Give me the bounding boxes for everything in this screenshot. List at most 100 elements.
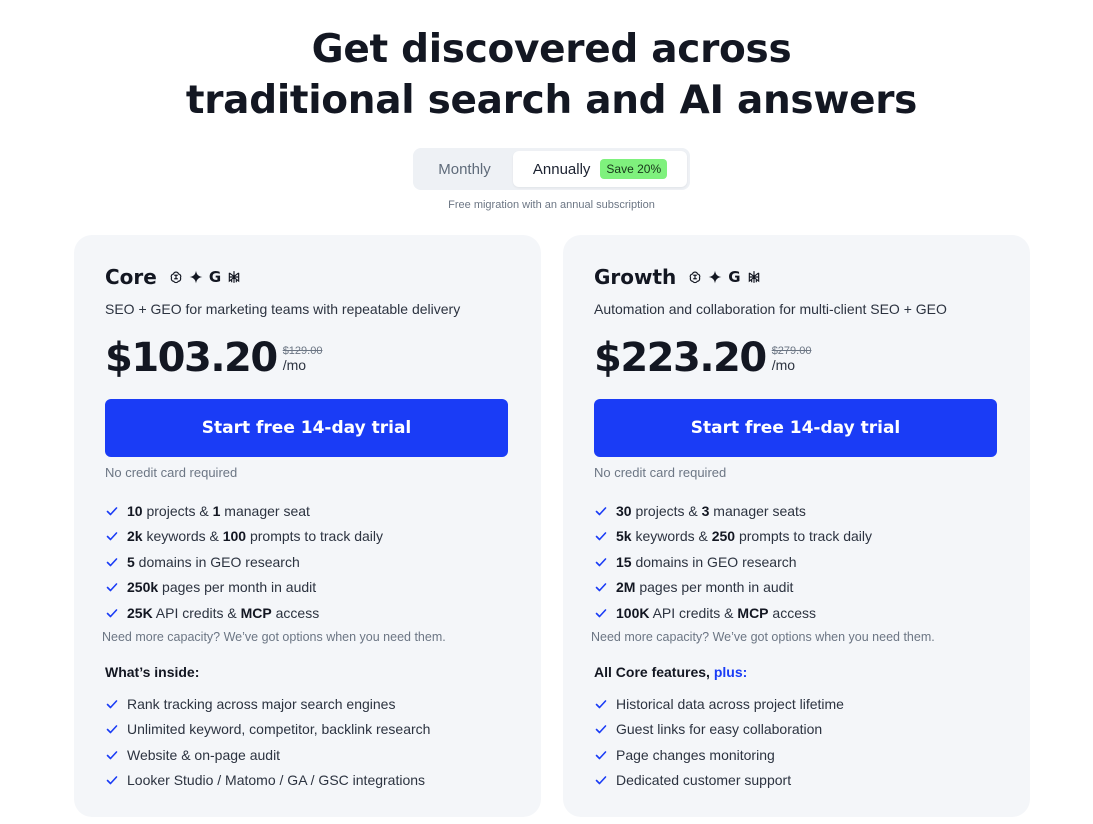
limit-label: prompts to track daily — [246, 528, 384, 545]
google-icon: G — [208, 268, 222, 286]
plan-price: $223.20 — [594, 335, 767, 381]
limit-text: 5k keywords & 250 prompts to track daily — [616, 528, 872, 544]
check-icon — [106, 750, 118, 760]
openai-icon — [689, 271, 701, 284]
save-badge: Save 20% — [600, 159, 668, 179]
limit-label: projects & — [631, 502, 702, 519]
limit-label: pages per month in audit — [635, 579, 794, 596]
check-icon — [595, 583, 607, 592]
no-credit-card-note: No credit card required — [105, 465, 238, 480]
limit-label: pages per month in audit — [158, 579, 317, 596]
limit-item: 15 domains in GEO research — [594, 549, 872, 575]
limit-label: projects & — [142, 502, 213, 519]
gemini-sparkle-icon — [189, 270, 203, 284]
limit-value: 5 — [127, 553, 135, 570]
plan-card-growth: Growth G Automation and collaboration fo… — [563, 235, 1030, 817]
limit-text: 15 domains in GEO research — [616, 554, 797, 570]
feature-item: Historical data across project lifetime — [594, 691, 844, 717]
start-trial-button[interactable]: Start free 14-day trial — [594, 399, 997, 457]
check-icon — [106, 608, 118, 618]
check-icon — [595, 725, 607, 734]
limit-item: 30 projects & 3 manager seats — [594, 498, 872, 524]
features-title-plus: plus: — [713, 664, 748, 680]
limit-item: 5 domains in GEO research — [105, 549, 383, 575]
check-icon — [595, 557, 607, 567]
limit-label: keywords & — [631, 528, 712, 545]
limit-value: 100K — [616, 604, 650, 621]
feature-item: Dedicated customer support — [594, 768, 844, 794]
billing-period-toggle: Monthly Annually Save 20% — [413, 148, 690, 190]
limit-value: 5k — [616, 528, 632, 545]
price-period: /mo — [771, 357, 796, 373]
limit-text: 10 projects & 1 manager seat — [127, 503, 310, 519]
feature-item: Page changes monitoring — [594, 742, 844, 768]
limit-item: 2k keywords & 100 prompts to track daily — [105, 524, 383, 550]
check-icon — [595, 506, 607, 516]
check-icon — [595, 776, 607, 785]
capacity-note: Need more capacity? We’ve got options wh… — [591, 630, 935, 644]
monthly-option[interactable]: Monthly — [416, 151, 513, 187]
plan-features-list: Historical data across project lifetime G… — [594, 691, 844, 793]
limit-label: prompts to track daily — [735, 528, 873, 545]
limit-label: domains in GEO research — [631, 553, 797, 570]
features-title: All Core features, plus: — [594, 664, 747, 680]
feature-item: Guest links for easy collaboration — [594, 717, 844, 743]
limit-value: 250k — [127, 579, 159, 596]
limit-text: 250k pages per month in audit — [127, 579, 316, 595]
limit-item: 250k pages per month in audit — [105, 575, 383, 601]
feature-text: Historical data across project lifetime — [616, 695, 844, 712]
annually-label: Annually — [532, 160, 591, 178]
price-period: /mo — [282, 357, 307, 373]
check-icon — [106, 699, 118, 709]
limit-label: access — [768, 604, 816, 621]
limit-item: 25K API credits & MCP access — [105, 600, 383, 626]
features-title: What’s inside: — [105, 664, 199, 680]
feature-item: Website & on-page audit — [105, 742, 430, 768]
feature-item: Rank tracking across major search engine… — [105, 691, 430, 717]
check-icon — [106, 506, 118, 516]
feature-item: Looker Studio / Matomo / GA / GSC integr… — [105, 768, 430, 794]
check-icon — [106, 725, 118, 734]
headline-line-1: Get discovered across — [311, 27, 792, 72]
check-icon — [595, 608, 607, 618]
limit-text: 25K API credits & MCP access — [127, 605, 319, 621]
check-icon — [595, 532, 607, 541]
feature-text: Unlimited keyword, competitor, backlink … — [127, 721, 431, 738]
feature-text: Looker Studio / Matomo / GA / GSC integr… — [127, 772, 426, 789]
plan-limits-list: 30 projects & 3 manager seats 5k keywords… — [594, 498, 872, 626]
capacity-note: Need more capacity? We’ve got options wh… — [102, 630, 446, 644]
features-title-text: All Core features, — [594, 664, 714, 680]
openai-icon — [170, 271, 182, 284]
limit-text: 30 projects & 3 manager seats — [616, 503, 806, 519]
annually-option[interactable]: Annually Save 20% — [513, 151, 687, 187]
feature-text: Website & on-page audit — [127, 746, 281, 763]
limit-label: manager seat — [220, 502, 310, 519]
limit-item: 2M pages per month in audit — [594, 575, 872, 601]
limit-value: 10 — [127, 502, 143, 519]
limit-value: 2k — [127, 528, 143, 545]
limit-value: 100 — [222, 528, 247, 545]
gemini-sparkle-icon — [708, 270, 722, 284]
feature-text: Page changes monitoring — [616, 746, 775, 763]
limit-item: 5k keywords & 250 prompts to track daily — [594, 524, 872, 550]
feature-text: Rank tracking across major search engine… — [127, 695, 396, 712]
feature-item: Unlimited keyword, competitor, backlink … — [105, 717, 430, 743]
limit-value: 15 — [616, 553, 632, 570]
limit-item: 10 projects & 1 manager seat — [105, 498, 383, 524]
check-icon — [106, 583, 118, 592]
start-trial-button[interactable]: Start free 14-day trial — [105, 399, 508, 457]
price-row: $103.20 $129.00 /mo — [105, 333, 322, 383]
feature-text: Dedicated customer support — [616, 772, 792, 789]
perplexity-icon — [228, 271, 240, 283]
perplexity-icon — [748, 271, 759, 283]
page-headline: Get discovered across traditional search… — [0, 24, 1093, 126]
limit-label: manager seats — [709, 502, 806, 519]
check-icon — [106, 776, 118, 785]
limit-text: 2k keywords & 100 prompts to track daily — [127, 528, 383, 544]
limit-label: API credits & — [649, 604, 738, 621]
plan-price: $103.20 — [105, 335, 278, 381]
plan-description: SEO + GEO for marketing teams with repea… — [105, 301, 461, 317]
limit-text: 2M pages per month in audit — [616, 579, 793, 595]
engine-icons: G — [169, 268, 241, 286]
limit-label: access — [271, 604, 320, 621]
